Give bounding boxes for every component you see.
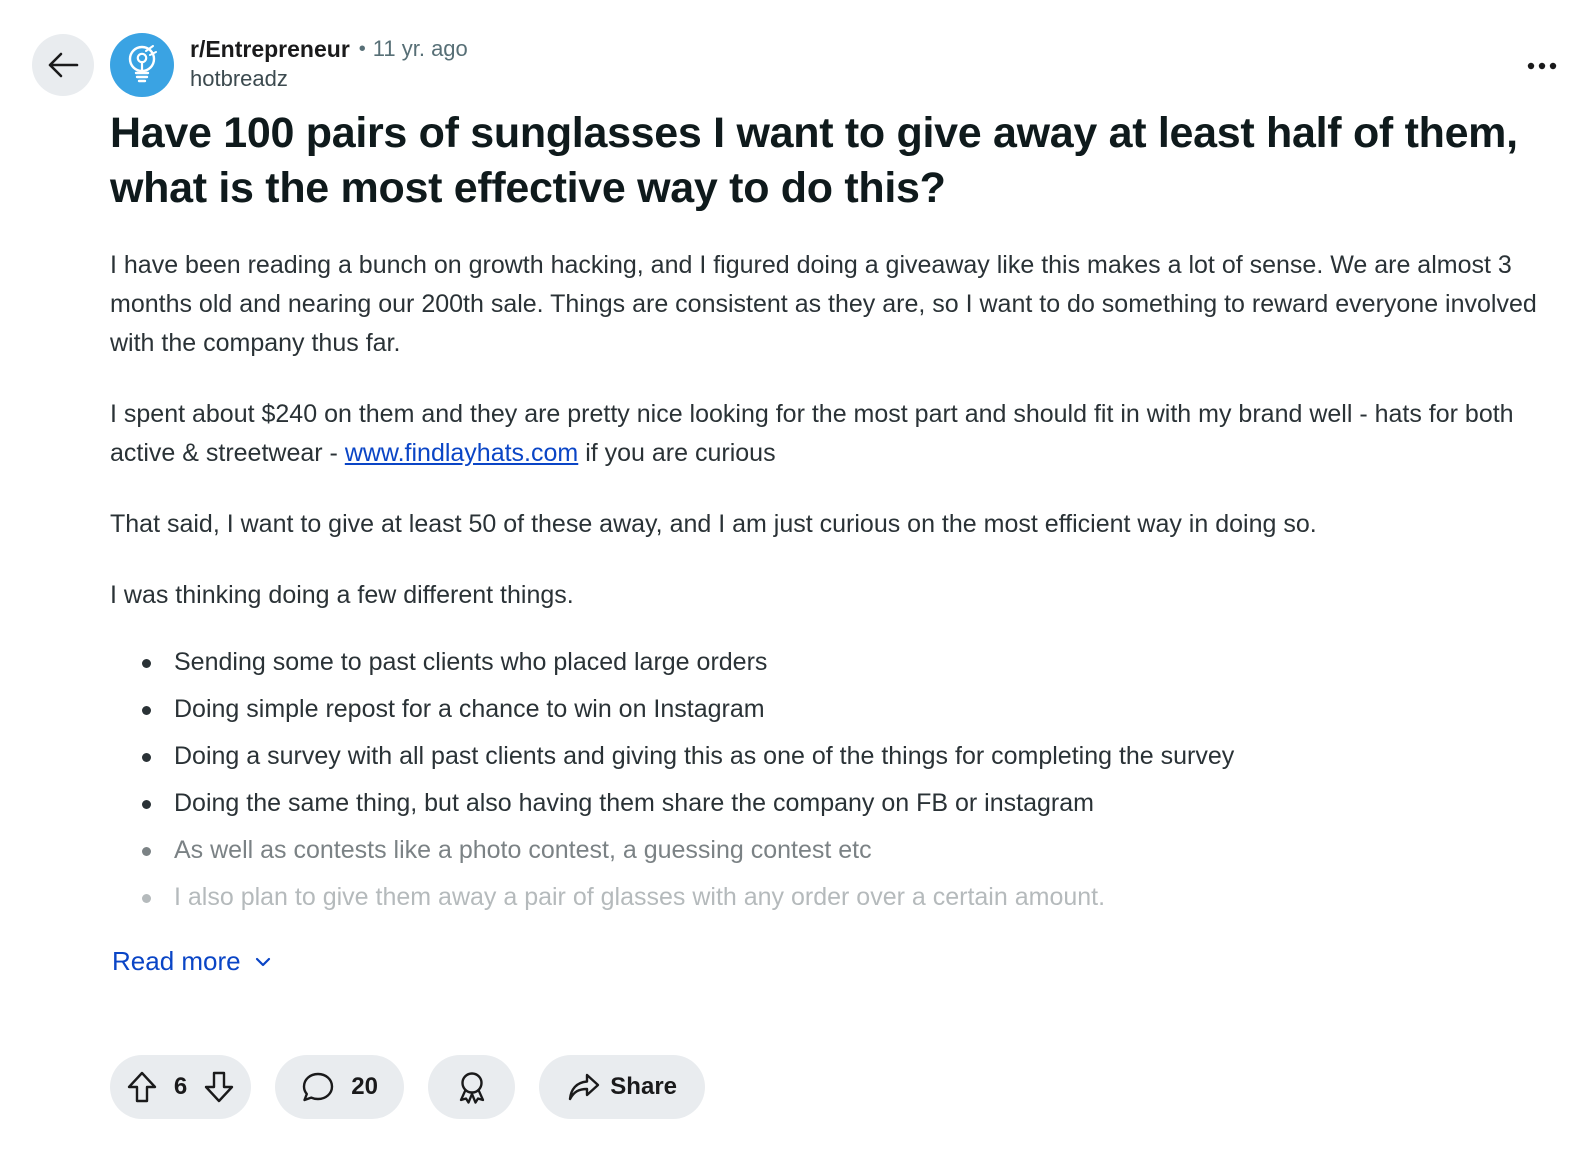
body-paragraph: I spent about $240 on them and they are … xyxy=(110,395,1560,473)
vote-count: 6 xyxy=(173,1073,188,1100)
body-text: if you are curious xyxy=(578,439,776,467)
read-more-button[interactable]: Read more xyxy=(112,946,271,977)
back-button[interactable] xyxy=(32,34,94,96)
vote-control: 6 xyxy=(110,1055,251,1119)
list-item: Doing simple repost for a chance to win … xyxy=(142,686,1560,733)
award-icon xyxy=(459,1072,484,1104)
external-link[interactable]: www.findlayhats.com xyxy=(345,439,578,467)
list-item: I also plan to give them away a pair of … xyxy=(142,874,1560,921)
downvote-button[interactable] xyxy=(203,1070,235,1104)
list-item: Doing a survey with all past clients and… xyxy=(142,733,1560,780)
bullet-list: Sending some to past clients who placed … xyxy=(110,639,1560,921)
body-text: I spent about $240 on them and they are … xyxy=(110,400,1514,467)
list-item: As well as contests like a photo contest… xyxy=(142,827,1560,874)
downvote-arrow-icon xyxy=(204,1071,234,1103)
upvote-button[interactable] xyxy=(126,1070,158,1104)
comment-count: 20 xyxy=(351,1073,378,1100)
award-button[interactable] xyxy=(428,1055,515,1119)
lightbulb-icon xyxy=(128,45,157,83)
share-button[interactable]: Share xyxy=(539,1055,705,1119)
share-label: Share xyxy=(610,1073,677,1100)
action-bar: 6 20 Share xyxy=(110,1055,729,1119)
upvote-arrow-icon xyxy=(127,1071,157,1103)
post-title: Have 100 pairs of sunglasses I want to g… xyxy=(110,109,1518,212)
list-item: Sending some to past clients who placed … xyxy=(142,639,1560,686)
more-options-button[interactable] xyxy=(1522,48,1562,84)
arrow-left-icon xyxy=(48,52,79,78)
post-detail-page: r/Entrepreneur • 11 yr. ago hotbreadz Ha… xyxy=(0,0,1596,1166)
more-horizontal-icon xyxy=(1527,62,1557,70)
subreddit-avatar[interactable] xyxy=(110,33,174,97)
subreddit-name[interactable]: r/Entrepreneur xyxy=(190,34,350,64)
post-body: I have been reading a bunch on growth ha… xyxy=(110,246,1560,921)
share-arrow-icon xyxy=(568,1073,600,1101)
author-name[interactable]: hotbreadz xyxy=(190,64,468,94)
list-item: Doing the same thing, but also having th… xyxy=(142,780,1560,827)
body-paragraph: I was thinking doing a few different thi… xyxy=(110,581,574,609)
body-paragraph: That said, I want to give at least 50 of… xyxy=(110,510,1317,538)
chevron-down-icon xyxy=(255,957,271,967)
comments-button[interactable]: 20 xyxy=(275,1055,404,1119)
body-paragraph: I have been reading a bunch on growth ha… xyxy=(110,251,1537,357)
comment-bubble-icon xyxy=(302,1072,334,1102)
post-age: 11 yr. ago xyxy=(372,36,468,61)
read-more-label: Read more xyxy=(112,946,241,976)
meta-separator: • xyxy=(358,38,366,60)
post-meta: r/Entrepreneur • 11 yr. ago hotbreadz xyxy=(190,34,468,98)
